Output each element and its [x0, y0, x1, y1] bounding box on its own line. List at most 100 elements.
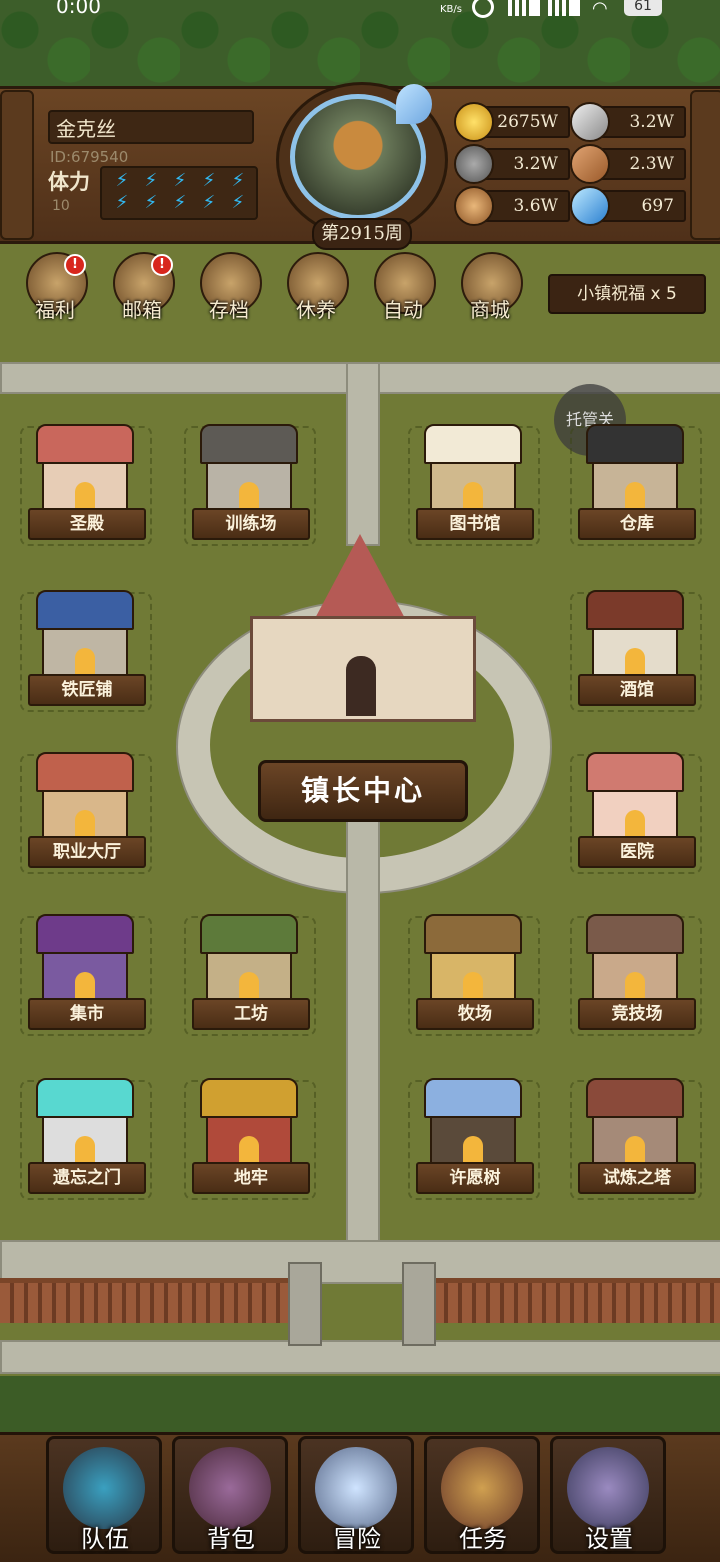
building-label-muchang[interactable]: 牧场: [416, 998, 534, 1030]
building-label-jiuguan[interactable]: 酒馆: [578, 674, 696, 706]
building-gongfang[interactable]: [200, 914, 298, 1000]
nav-label: 队伍: [81, 1525, 129, 1553]
menu-item-0[interactable]: ! 福利: [20, 250, 90, 330]
town-hall-label[interactable]: 镇长中心: [258, 760, 468, 822]
building-label-tiejiangpu[interactable]: 铁匠铺: [28, 674, 146, 706]
backpack-icon: [189, 1447, 271, 1529]
building-label-cangku[interactable]: 仓库: [578, 508, 696, 540]
menu-label: 休养: [296, 298, 336, 322]
building-tushuguan[interactable]: [424, 424, 522, 510]
building-door: [75, 810, 95, 838]
building-label-jishi[interactable]: 集市: [28, 998, 146, 1030]
stamina-bolt-icon: ⚡: [115, 192, 129, 213]
nav-button-3[interactable]: 任务: [424, 1436, 540, 1554]
town-hall[interactable]: [250, 534, 476, 744]
building-roof: [36, 1078, 134, 1118]
building-door: [625, 972, 645, 1000]
building-muchang[interactable]: [424, 914, 522, 1000]
building-roof: [200, 424, 298, 464]
stamina-bolt-icon: ⚡: [231, 192, 245, 213]
menu-label: 福利: [35, 298, 75, 322]
menu-item-5[interactable]: 商城: [455, 250, 525, 330]
wifi-icon: ◠: [592, 0, 608, 19]
building-jishi[interactable]: [36, 914, 134, 1000]
building-yiwangzhimen[interactable]: [36, 1078, 134, 1164]
nav-buttons: 队伍 背包 冒险 任务 设置: [46, 1436, 686, 1556]
building-shilianzhita[interactable]: [586, 1078, 684, 1164]
building-label-yiwangzhimen[interactable]: 遗忘之门: [28, 1162, 146, 1194]
building-label-gongfang[interactable]: 工坊: [192, 998, 310, 1030]
forest-bottom: [0, 1376, 720, 1432]
building-roof: [586, 424, 684, 464]
nav-button-2[interactable]: 冒险: [298, 1436, 414, 1554]
menu-item-1[interactable]: ! 邮箱: [107, 250, 177, 330]
building-door: [463, 482, 483, 510]
building-label-xunlianchang[interactable]: 训练场: [192, 508, 310, 540]
building-roof: [424, 1078, 522, 1118]
stamina-bolt-icon: ⚡: [115, 170, 129, 191]
town-blessing[interactable]: 小镇祝福 x 5: [548, 274, 706, 314]
building-door: [625, 648, 645, 676]
building-door: [75, 648, 95, 676]
building-label-yiyuan[interactable]: 医院: [578, 836, 696, 868]
nav-button-1[interactable]: 背包: [172, 1436, 288, 1554]
north-road: [346, 362, 380, 546]
building-label-tushuguan[interactable]: 图书馆: [416, 508, 534, 540]
building-label-dilao[interactable]: 地牢: [192, 1162, 310, 1194]
resource-value: 2.3W: [598, 148, 686, 180]
status-bar: 0:00 KB/s ◠ 61: [0, 0, 720, 22]
building-roof: [424, 424, 522, 464]
building-roof: [200, 914, 298, 954]
player-name: 金克丝: [48, 110, 254, 144]
building-label-jingjichang[interactable]: 竞技场: [578, 998, 696, 1030]
menu-item-4[interactable]: 自动: [368, 250, 438, 330]
building-shengdian[interactable]: [36, 424, 134, 510]
building-roof: [586, 752, 684, 792]
building-xunlianchang[interactable]: [200, 424, 298, 510]
building-door: [463, 972, 483, 1000]
building-jiuguan[interactable]: [586, 590, 684, 676]
gate-pillar-left: [288, 1262, 322, 1346]
nav-button-0[interactable]: 队伍: [46, 1436, 162, 1554]
nav-label: 设置: [585, 1525, 633, 1553]
outer-road: [0, 1340, 720, 1374]
building-zhiyedating[interactable]: [36, 752, 134, 838]
building-label-shengdian[interactable]: 圣殿: [28, 508, 146, 540]
menu-label: 邮箱: [122, 298, 162, 322]
notification-badge: !: [64, 254, 86, 276]
building-door: [239, 482, 259, 510]
menu-item-3[interactable]: 休养: [281, 250, 351, 330]
blue-crystal-icon: [570, 186, 610, 226]
resource-value: 3.2W: [482, 148, 570, 180]
stamina-value: 10: [52, 198, 70, 214]
scroll-icon: [441, 1447, 523, 1529]
resource-value: 3.2W: [598, 106, 686, 138]
building-roof: [36, 424, 134, 464]
nav-label: 背包: [207, 1525, 255, 1553]
wood-log-icon: [454, 186, 494, 226]
menu-item-2[interactable]: 存档: [194, 250, 264, 330]
building-door: [75, 972, 95, 1000]
building-yiyuan[interactable]: [586, 752, 684, 838]
building-tiejiangpu[interactable]: [36, 590, 134, 676]
building-label-xuyuanshu[interactable]: 许愿树: [416, 1162, 534, 1194]
town-hall-door: [346, 656, 376, 716]
helmet-icon: [63, 1447, 145, 1529]
building-door: [75, 482, 95, 510]
building-label-shilianzhita[interactable]: 试炼之塔: [578, 1162, 696, 1194]
fence-right: [420, 1278, 720, 1323]
building-xuyuanshu[interactable]: [424, 1078, 522, 1164]
building-roof: [586, 914, 684, 954]
building-jingjichang[interactable]: [586, 914, 684, 1000]
nav-button-4[interactable]: 设置: [550, 1436, 666, 1554]
notification-badge: !: [151, 254, 173, 276]
building-dilao[interactable]: [200, 1078, 298, 1164]
stamina-bar: ⚡ ⚡ ⚡ ⚡ ⚡ ⚡ ⚡ ⚡ ⚡ ⚡: [100, 166, 258, 220]
gear-icon: [567, 1447, 649, 1529]
building-cangku[interactable]: [586, 424, 684, 510]
stone-ore-icon: [454, 144, 494, 184]
building-label-zhiyedating[interactable]: 职业大厅: [28, 836, 146, 868]
building-roof: [200, 1078, 298, 1118]
stamina-bolt-icon: ⚡: [202, 192, 216, 213]
building-roof: [36, 590, 134, 630]
